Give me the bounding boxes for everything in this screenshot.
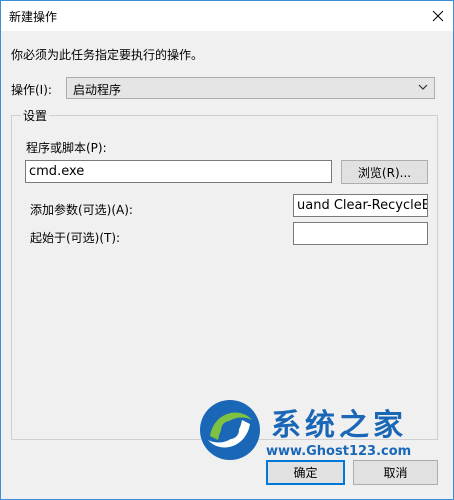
- cancel-button-label: 取消: [383, 466, 408, 480]
- watermark: 系统之家 www.Ghost123.com: [196, 396, 446, 466]
- arguments-label: 添加参数(可选)(A):: [30, 203, 133, 217]
- start-in-label: 起始于(可选)(T):: [30, 231, 121, 245]
- program-input-value: cmd.exe: [29, 164, 85, 179]
- title-bar: 新建操作: [1, 1, 453, 31]
- close-icon: [432, 10, 444, 22]
- browse-button-label: 浏览(R)...: [357, 165, 412, 180]
- watermark-name: 系统之家: [271, 408, 407, 443]
- ok-button[interactable]: 确定: [266, 460, 345, 485]
- cancel-button[interactable]: 取消: [353, 460, 438, 485]
- arguments-input-value: uand Clear-RecycleBin": [297, 198, 427, 213]
- start-in-input[interactable]: [293, 222, 428, 245]
- new-action-dialog: 新建操作 你必须为此任务指定要执行的操作。 操作(I): 启动程序 设置 程序或…: [0, 0, 454, 500]
- ok-button-label: 确定: [293, 466, 318, 480]
- close-button[interactable]: [423, 1, 453, 31]
- action-select-value: 启动程序: [73, 83, 122, 97]
- program-label: 程序或脚本(P):: [26, 141, 107, 155]
- dialog-title: 新建操作: [9, 10, 58, 24]
- program-input[interactable]: cmd.exe: [25, 160, 332, 183]
- action-select[interactable]: 启动程序: [66, 77, 435, 99]
- watermark-logo: [200, 400, 260, 460]
- browse-button[interactable]: 浏览(R)...: [341, 160, 428, 184]
- action-label: 操作(I):: [11, 83, 52, 97]
- settings-legend: 设置: [21, 107, 50, 124]
- instruction-text: 你必须为此任务指定要执行的操作。: [11, 48, 204, 62]
- watermark-url: www.Ghost123.com: [266, 444, 412, 459]
- arguments-input[interactable]: uand Clear-RecycleBin": [293, 194, 428, 217]
- chevron-down-icon: [418, 84, 428, 90]
